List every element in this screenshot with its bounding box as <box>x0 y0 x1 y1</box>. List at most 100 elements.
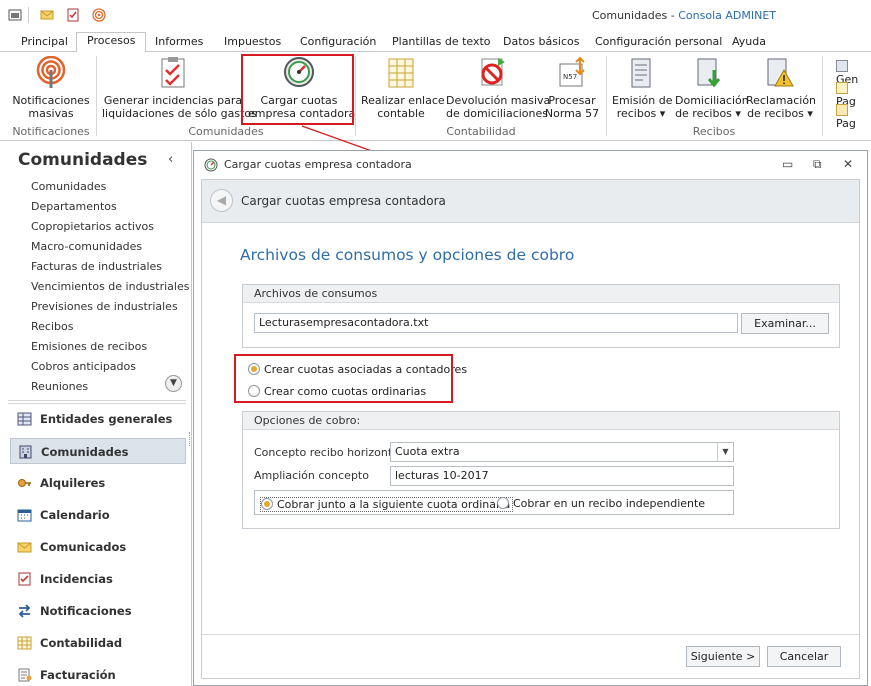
back-arrow-icon[interactable]: ◀ <box>210 189 233 212</box>
nav-sub-departamentos[interactable]: Departamentos <box>31 200 117 213</box>
cargar-cuotas-highlight <box>241 54 354 125</box>
dialog-window: Cargar cuotas empresa contadora ▭ ⧉ ✕ ◀ … <box>193 150 868 686</box>
opciones-cobro-groupbox: Opciones de cobro: Concepto recibo horiz… <box>242 411 840 529</box>
ampliacion-label: Ampliación concepto <box>254 469 369 482</box>
nav-sub-vencimientos[interactable]: Vencimientos de industriales <box>31 280 189 293</box>
nav-sub-reuniones[interactable]: Reuniones <box>31 380 88 393</box>
notificaciones-masivas-button[interactable]: Notificaciones masivas <box>12 56 90 120</box>
devolucion-label: Devolución masiva de domiciliaciones <box>446 94 551 120</box>
ribbon: Notificaciones masivas Generar incidenci… <box>0 52 871 141</box>
radio-cobrar-independiente-label: Cobrar en un recibo independiente <box>513 497 706 510</box>
close-icon[interactable]: ✕ <box>843 157 853 171</box>
radio-cobrar-junto[interactable]: Cobrar junto a la siguiente cuota ordina… <box>260 497 514 512</box>
nav-comunicados[interactable]: Comunicados <box>10 534 186 560</box>
dialog-title: Cargar cuotas empresa contadora <box>224 158 412 171</box>
chevron-down-icon[interactable]: ▼ <box>717 443 733 461</box>
browse-button[interactable]: Examinar... <box>741 313 829 334</box>
tab-configuracion-personal[interactable]: Configuración personal <box>595 33 722 52</box>
ribbon-separator <box>355 56 356 136</box>
nav-entidades-generales[interactable]: Entidades generales <box>10 406 186 432</box>
nav-sub-cobros-anticipados[interactable]: Cobros anticipados <box>31 360 136 373</box>
dialog-header-title: Cargar cuotas empresa contadora <box>241 194 446 208</box>
nav-calendario[interactable]: Calendario <box>10 502 186 528</box>
window-titlebar: Comunidades - Consola ADMINET <box>0 0 871 30</box>
archivos-heading: Archivos de consumos <box>243 285 839 303</box>
window-title: Comunidades - Consola ADMINET <box>0 9 871 22</box>
nav-sub-emisiones[interactable]: Emisiones de recibos <box>31 340 147 353</box>
nav-incidencias[interactable]: Incidencias <box>10 566 186 592</box>
next-button[interactable]: Siguiente > <box>686 646 760 667</box>
reclamacion-recibos-button[interactable]: Reclamación de recibos ▾ <box>746 56 816 120</box>
group-comunidades: Comunidades <box>188 125 264 138</box>
generar-label: Generar incidencias para liquidaciones d… <box>102 94 257 120</box>
nav-facturacion-label: Facturación <box>40 668 116 682</box>
nav-sub-recibos[interactable]: Recibos <box>31 320 73 333</box>
receipt-icon <box>631 58 651 88</box>
checklist-icon <box>18 572 31 586</box>
nav-sub-copropietarios[interactable]: Copropietarios activos <box>31 220 154 233</box>
realizar-enlace-button[interactable]: Realizar enlace contable <box>361 56 445 120</box>
concepto-value: Cuota extra <box>395 445 460 458</box>
ribbon-separator <box>822 56 823 136</box>
nav-entidades-label: Entidades generales <box>40 412 173 426</box>
restore-icon[interactable]: ⧉ <box>813 157 822 172</box>
small-button-pag2[interactable]: Pag <box>836 104 871 130</box>
list-icon <box>836 104 848 116</box>
emision-recibos-button[interactable]: Emisión de recibos ▾ <box>612 56 673 120</box>
tab-plantillas[interactable]: Plantillas de texto <box>392 33 491 52</box>
nav-sub-comunidades[interactable]: Comunidades <box>31 180 106 193</box>
nav-notificaciones[interactable]: Notificaciones <box>10 598 186 624</box>
procesar-norma57-button[interactable]: N57 Procesar Norma 57 <box>543 56 601 120</box>
calendar-icon <box>17 509 32 522</box>
checklist-icon <box>161 57 185 88</box>
radio-cobrar-independiente[interactable]: Cobrar en un recibo independiente <box>497 497 705 510</box>
ampliacion-field[interactable]: lecturas 10-2017 <box>390 466 734 486</box>
devolucion-masiva-button[interactable]: Devolución masiva de domiciliaciones <box>446 56 550 120</box>
splitter-grip[interactable] <box>189 432 191 446</box>
cobro-options-box: Cobrar junto a la siguiente cuota ordina… <box>254 490 734 515</box>
minimize-icon[interactable]: ▭ <box>782 157 793 171</box>
spreadsheet-icon <box>17 636 32 650</box>
invoice-icon <box>18 668 32 682</box>
nav-alquileres[interactable]: Alquileres <box>10 470 186 496</box>
concepto-select[interactable]: Cuota extra ▼ <box>390 442 734 462</box>
group-contabilidad: Contabilidad <box>446 125 516 138</box>
tab-configuracion[interactable]: Configuración <box>300 33 376 52</box>
tab-impuestos[interactable]: Impuestos <box>224 33 281 52</box>
nav-calendario-label: Calendario <box>40 508 110 522</box>
radio-dot <box>261 498 273 510</box>
nav-sub-macro-comunidades[interactable]: Macro-comunidades <box>31 240 142 253</box>
window-title-accent: Consola ADMINET <box>678 9 776 22</box>
nav-contabilidad[interactable]: Contabilidad <box>10 630 186 656</box>
tab-procesos[interactable]: Procesos <box>76 32 147 53</box>
tab-ayuda[interactable]: Ayuda <box>732 33 766 52</box>
spreadsheet-icon <box>388 58 414 88</box>
generar-incidencias-button[interactable]: Generar incidencias para liquidaciones d… <box>102 56 257 120</box>
tab-informes[interactable]: Informes <box>155 33 203 52</box>
tab-datos-basicos[interactable]: Datos básicos <box>503 33 580 52</box>
nav-comunidades[interactable]: Comunidades <box>10 438 186 464</box>
gauge-icon <box>204 158 218 172</box>
nav-facturacion[interactable]: Facturación <box>10 662 186 686</box>
footer-divider <box>202 634 859 635</box>
nav-comunidades-label: Comunidades <box>41 445 129 459</box>
collapse-nav-icon[interactable]: ‹ <box>168 152 173 167</box>
domiciliacion-recibos-button[interactable]: Domiciliación de recibos ▾ <box>675 56 749 120</box>
file-path-field[interactable]: Lecturasempresacontadora.txt <box>254 313 738 333</box>
broadcast-icon <box>36 56 66 88</box>
nav-sub-previsiones[interactable]: Previsiones de industriales <box>31 300 178 313</box>
nav-splitter[interactable] <box>8 400 186 404</box>
nav-alquileres-label: Alquileres <box>40 476 106 490</box>
nav-sub-facturas[interactable]: Facturas de industriales <box>31 260 162 273</box>
archivos-groupbox: Archivos de consumos Lecturasempresacont… <box>242 284 840 348</box>
window-title-main: Comunidades - <box>591 9 679 22</box>
arrows-exchange-icon <box>18 604 31 618</box>
expand-more-icon[interactable]: ▼ <box>165 375 182 392</box>
document-icon <box>836 60 848 72</box>
emision-label: Emisión de recibos ▾ <box>612 94 673 120</box>
dialog-titlebar[interactable]: Cargar cuotas empresa contadora ▭ ⧉ ✕ <box>194 151 867 178</box>
left-navigation: Comunidades ‹ Comunidades Departamentos … <box>0 142 192 686</box>
cancel-button[interactable]: Cancelar <box>767 646 841 667</box>
nav-notificaciones-label: Notificaciones <box>40 604 132 618</box>
tab-principal[interactable]: Principal <box>21 33 68 52</box>
